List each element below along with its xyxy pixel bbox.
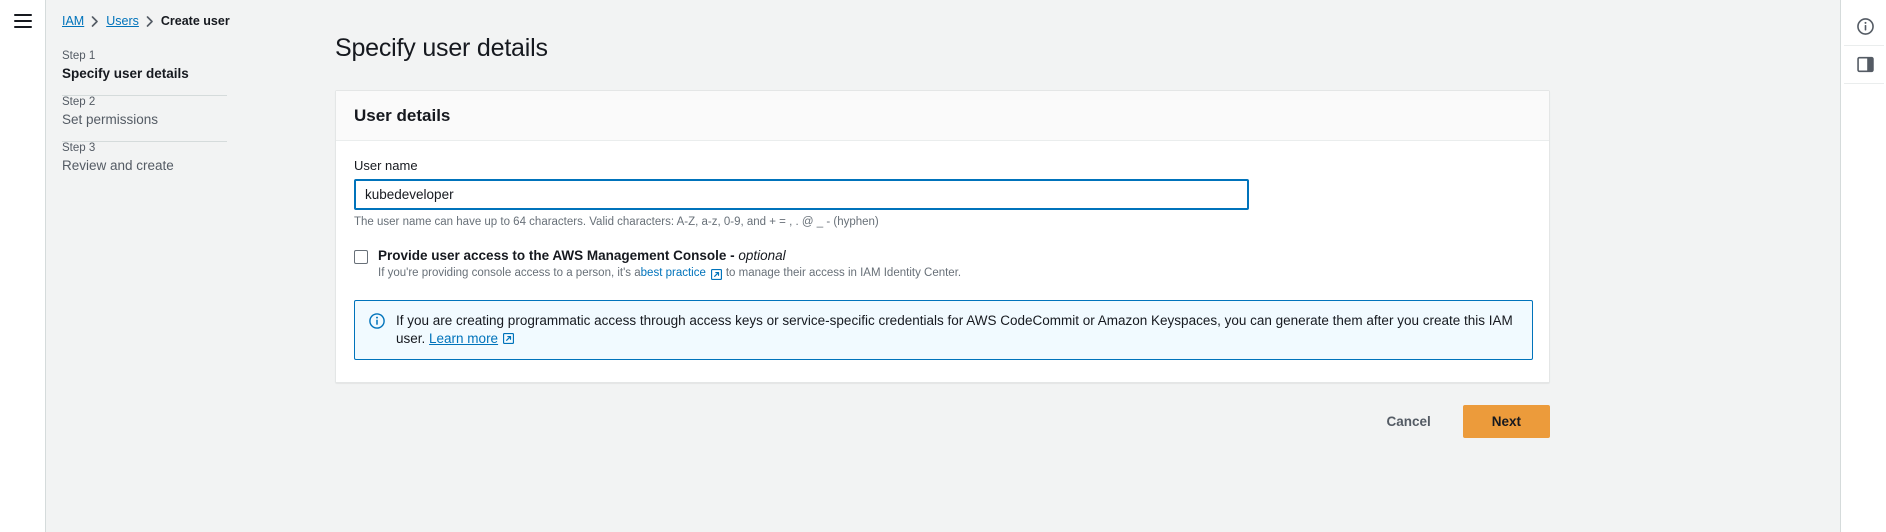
breadcrumb-item-create-user: Create user — [160, 14, 230, 28]
console-access-optional-text: optional — [738, 248, 786, 263]
chevron-right-icon — [146, 15, 154, 27]
best-practice-link[interactable]: best practice — [641, 267, 706, 279]
breadcrumb-item-users[interactable]: Users — [106, 14, 139, 28]
console-access-description-suffix: to manage their access in IAM Identity C… — [725, 267, 962, 279]
right-utility-rail — [1840, 0, 1886, 532]
iam-create-user-page: IAM Users Create user Step 1 Specify use… — [0, 0, 1886, 532]
console-access-label: Provide user access to the AWS Managemen… — [378, 248, 961, 263]
card-header: User details — [336, 91, 1549, 141]
card-title: User details — [354, 106, 451, 125]
console-access-checkbox[interactable] — [354, 250, 368, 264]
username-helper-text: The user name can have up to 64 characte… — [354, 216, 879, 228]
console-access-texts: Provide user access to the AWS Managemen… — [378, 248, 962, 280]
next-button[interactable]: Next — [1462, 405, 1550, 439]
step-3-title: Review and create — [62, 158, 174, 173]
page-title: Specify user details — [335, 34, 548, 62]
side-panel-toggle-button[interactable] — [1843, 46, 1884, 84]
console-access-label-text: Provide user access to the AWS Managemen… — [378, 248, 739, 263]
info-alert: If you are creating programmatic access … — [354, 300, 1533, 361]
step-2-number: Step 2 — [62, 96, 96, 108]
sidebar-step-2[interactable]: Step 2 Set permissions — [62, 96, 269, 141]
sidebar-step-3[interactable]: Step 3 Review and create — [62, 142, 269, 187]
user-details-card: User details User name The user name can… — [335, 90, 1550, 384]
step-1-number: Step 1 — [62, 50, 96, 62]
wizard-steps: Step 1 Specify user details Step 2 Set p… — [58, 50, 269, 187]
wizard-sidebar: IAM Users Create user Step 1 Specify use… — [46, 0, 285, 532]
console-access-row: Provide user access to the AWS Managemen… — [354, 248, 1531, 280]
hamburger-menu-icon[interactable] — [13, 14, 32, 28]
console-access-description: If you're providing console access to a … — [378, 267, 962, 280]
chevron-right-icon — [91, 15, 99, 27]
external-link-icon[interactable] — [710, 268, 722, 280]
console-access-description-prefix: If you're providing console access to a … — [378, 267, 641, 279]
username-input[interactable] — [354, 179, 1249, 210]
info-circle-icon — [1856, 18, 1874, 35]
help-panel-button[interactable] — [1843, 8, 1884, 46]
external-link-icon[interactable] — [503, 333, 515, 345]
main-content: Specify user details User details User n… — [285, 0, 1840, 532]
step-1-title: Specify user details — [62, 66, 189, 81]
step-2-title: Set permissions — [62, 112, 159, 127]
wizard-footer: Cancel Next — [335, 405, 1550, 439]
sidebar-step-1[interactable]: Step 1 Specify user details — [62, 50, 269, 95]
card-body: User name The user name can have up to 6… — [336, 141, 1549, 383]
info-circle-icon — [369, 313, 385, 329]
cancel-button[interactable]: Cancel — [1370, 406, 1446, 437]
info-alert-message: If you are creating programmatic access … — [396, 313, 1513, 347]
info-alert-text: If you are creating programmatic access … — [396, 312, 1518, 348]
breadcrumb-item-iam[interactable]: IAM — [62, 14, 84, 28]
username-label: User name — [354, 158, 418, 173]
learn-more-link[interactable]: Learn more — [429, 331, 498, 346]
breadcrumb: IAM Users Create user — [58, 14, 269, 28]
step-3-number: Step 3 — [62, 142, 96, 154]
side-panel-icon — [1856, 56, 1874, 73]
left-navigation-rail — [0, 0, 46, 532]
